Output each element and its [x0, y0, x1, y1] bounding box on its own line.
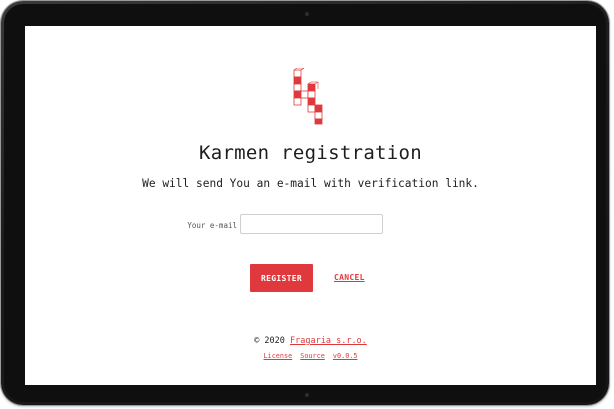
page-subtitle: We will send You an e-mail with verifica…: [142, 177, 479, 190]
front-camera: [305, 12, 309, 16]
email-label: Your e-mail: [187, 221, 237, 230]
copyright-text: © 2020: [254, 336, 285, 346]
copyright-line: © 2020 Fragaria s.r.o.: [25, 336, 596, 346]
screen: Karmen registration We will send You an …: [25, 26, 596, 385]
version-link[interactable]: v0.0.5: [333, 352, 358, 360]
tablet-device-frame: Karmen registration We will send You an …: [1, 1, 609, 405]
cancel-link[interactable]: CANCEL: [334, 273, 365, 282]
license-link[interactable]: License: [264, 352, 293, 360]
company-link[interactable]: Fragaria s.r.o.: [290, 336, 367, 346]
email-input[interactable]: [240, 214, 383, 234]
page-title: Karmen registration: [198, 142, 423, 164]
register-button[interactable]: REGISTER: [250, 264, 313, 292]
source-link[interactable]: Source: [300, 352, 325, 360]
footer-links: License Source v0.0.5: [25, 352, 596, 360]
bottom-sensor: [305, 393, 309, 397]
karmen-logo-icon: [293, 68, 323, 125]
